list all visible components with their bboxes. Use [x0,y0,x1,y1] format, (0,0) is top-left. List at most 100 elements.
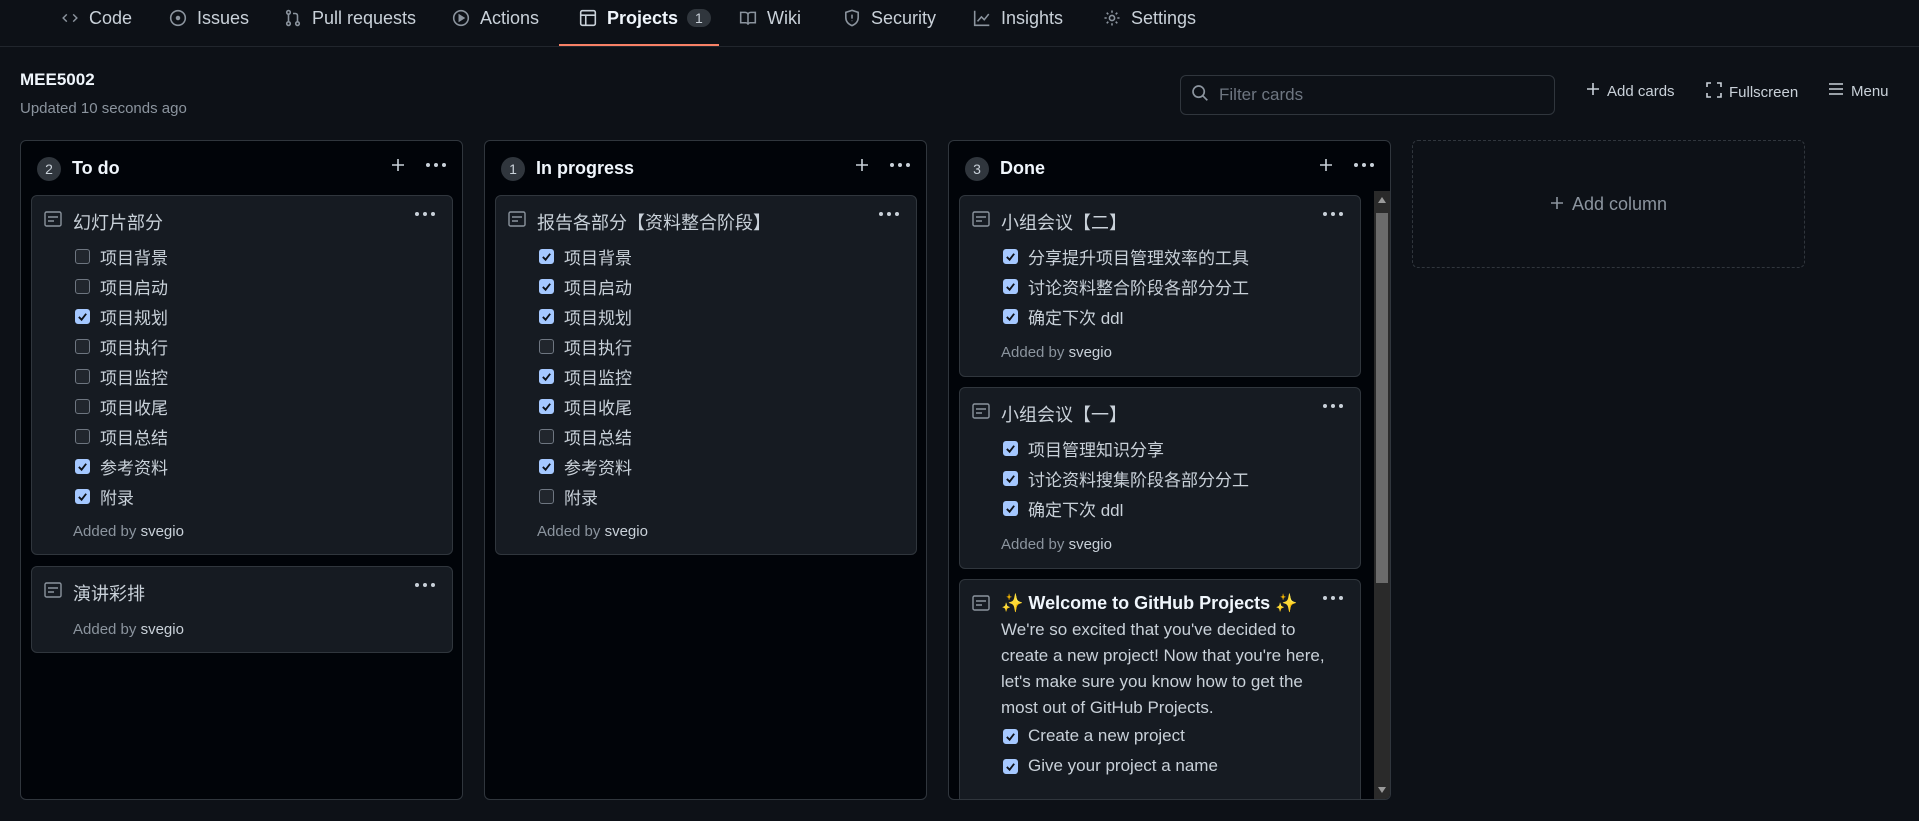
task-checkbox[interactable] [75,458,90,474]
column-more-icon[interactable] [422,153,450,177]
column-scrollbar[interactable] [1374,191,1390,799]
note-card[interactable]: 演讲彩排 Added by svegio [31,566,453,653]
task-item[interactable]: 项目监控 [75,364,168,388]
task-item[interactable]: 项目规划 [75,304,168,328]
added-by-user[interactable]: svegio [1069,344,1112,361]
task-checkbox[interactable] [539,458,554,474]
task-checkbox[interactable] [1003,758,1018,774]
task-item[interactable]: 讨论资料搜集阶段各部分分工 [1003,466,1249,490]
tab-actions[interactable]: Actions [451,0,539,36]
task-label: 项目收尾 [100,398,168,418]
add-cards-button[interactable]: Add cards [1586,82,1675,100]
graph-icon [972,8,992,28]
task-item[interactable]: 参考资料 [75,454,168,478]
tab-issues[interactable]: Issues [168,0,249,36]
filter-cards-box[interactable] [1180,75,1555,115]
added-by-user[interactable]: svegio [141,523,184,540]
task-item[interactable]: Create a new project [1003,724,1185,748]
task-item[interactable]: 项目背景 [75,244,168,268]
task-checkbox[interactable] [539,308,554,324]
note-card[interactable]: 小组会议【二】 分享提升项目管理效率的工具 讨论资料整合阶段各部分分工 确定下次… [959,195,1361,377]
card-more-icon[interactable] [412,577,438,593]
tab-code[interactable]: Code [60,0,132,36]
task-checkbox[interactable] [539,368,554,384]
column-more-icon[interactable] [886,153,914,177]
task-checkbox[interactable] [75,368,90,384]
task-item[interactable]: 项目执行 [75,334,168,358]
task-checkbox[interactable] [75,248,90,264]
task-checkbox[interactable] [539,338,554,354]
task-checkbox[interactable] [1003,470,1018,486]
task-checkbox[interactable] [539,488,554,504]
task-checkbox[interactable] [539,248,554,264]
task-item[interactable]: 参考资料 [539,454,632,478]
task-checkbox[interactable] [75,278,90,294]
added-by-prefix: Added by [73,621,137,638]
note-card[interactable]: 幻灯片部分 项目背景 项目启动 项目规划 项目执行 项目监控 项目收尾 项目总结… [31,195,453,555]
task-item[interactable]: 项目管理知识分享 [1003,436,1164,460]
added-by-user[interactable]: svegio [1069,536,1112,553]
task-checkbox[interactable] [1003,248,1018,264]
task-item[interactable]: 确定下次 ddl [1003,496,1123,520]
task-checkbox[interactable] [1003,500,1018,516]
task-item[interactable]: 确定下次 ddl [1003,304,1123,328]
task-checkbox[interactable] [539,428,554,444]
scroll-down-arrow-icon[interactable] [1378,787,1386,793]
task-item[interactable]: 项目总结 [75,424,168,448]
tab-label: Issues [197,7,250,28]
task-item[interactable]: 项目收尾 [539,394,632,418]
task-item[interactable]: 项目背景 [539,244,632,268]
filter-cards-input[interactable] [1219,85,1539,105]
card-more-icon[interactable] [1320,398,1346,414]
tab-pull-requests[interactable]: Pull requests [283,0,416,36]
card-more-icon[interactable] [876,206,902,222]
card-title: 小组会议【二】 [1001,213,1127,233]
column-more-icon[interactable] [1350,153,1378,177]
tab-label: Code [89,7,133,28]
task-item[interactable]: 项目监控 [539,364,632,388]
task-checkbox[interactable] [539,278,554,294]
task-checkbox[interactable] [75,488,90,504]
task-item[interactable]: 附录 [75,484,134,508]
scroll-up-arrow-icon[interactable] [1378,197,1386,203]
tab-wiki[interactable]: Wiki [738,0,801,36]
tab-settings[interactable]: Settings [1102,0,1196,36]
tab-insights[interactable]: Insights [972,0,1063,36]
task-checkbox[interactable] [75,338,90,354]
fullscreen-button[interactable]: Fullscreen [1706,82,1798,102]
task-checkbox[interactable] [1003,728,1018,744]
task-checkbox[interactable] [539,398,554,414]
task-item[interactable]: 分享提升项目管理效率的工具 [1003,244,1249,268]
tab-security[interactable]: Security [842,0,936,36]
card-more-icon[interactable] [1320,590,1346,606]
task-item[interactable]: 项目规划 [539,304,632,328]
task-checkbox[interactable] [75,428,90,444]
added-by-user[interactable]: svegio [141,621,184,638]
task-item[interactable]: Give your project a name [1003,754,1218,778]
task-checkbox[interactable] [75,308,90,324]
task-checkbox[interactable] [1003,278,1018,294]
add-card-plus-icon[interactable] [850,153,874,177]
add-column-button[interactable]: Add column [1412,140,1805,268]
task-item[interactable]: 项目启动 [539,274,632,298]
add-card-plus-icon[interactable] [1314,153,1338,177]
menu-button[interactable]: Menu [1828,82,1889,100]
task-item[interactable]: 附录 [539,484,598,508]
note-card[interactable]: ✨ Welcome to GitHub Projects ✨ We're so … [959,579,1361,799]
task-checkbox[interactable] [1003,440,1018,456]
task-item[interactable]: 项目收尾 [75,394,168,418]
note-card[interactable]: 小组会议【一】 项目管理知识分享 讨论资料搜集阶段各部分分工 确定下次 ddl … [959,387,1361,569]
add-card-plus-icon[interactable] [386,153,410,177]
task-item[interactable]: 项目执行 [539,334,632,358]
tab-projects[interactable]: Projects 1 [578,0,711,36]
task-item[interactable]: 讨论资料整合阶段各部分分工 [1003,274,1249,298]
added-by-user[interactable]: svegio [605,523,648,540]
task-item[interactable]: 项目启动 [75,274,168,298]
card-more-icon[interactable] [1320,206,1346,222]
task-checkbox[interactable] [1003,308,1018,324]
task-item[interactable]: 项目总结 [539,424,632,448]
note-card[interactable]: 报告各部分【资料整合阶段】 项目背景 项目启动 项目规划 项目执行 项目监控 项… [495,195,917,555]
scrollbar-thumb[interactable] [1376,213,1388,583]
task-checkbox[interactable] [75,398,90,414]
card-more-icon[interactable] [412,206,438,222]
